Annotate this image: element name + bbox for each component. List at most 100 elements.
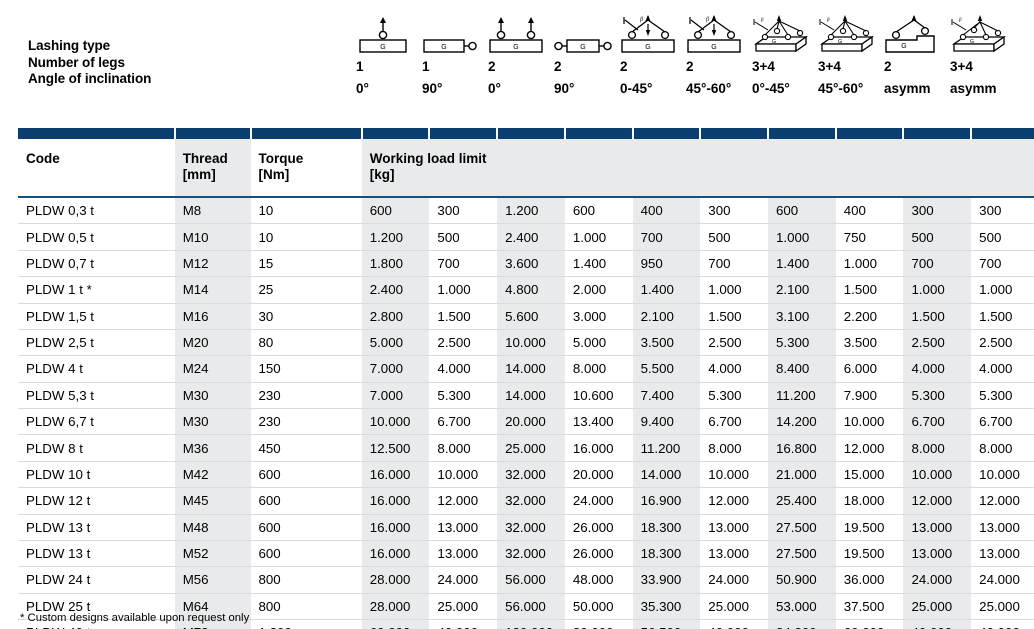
svg-text:G: G [711, 44, 716, 51]
navy-seg-wll-2 [428, 128, 499, 139]
cell-wll-2: 10.000 [429, 461, 498, 489]
cell-thread: M24 [174, 355, 251, 383]
cell-code: PLDW 12 t [18, 487, 175, 515]
navy-seg-wll-9 [902, 128, 973, 139]
legend-angle-4: 90° [554, 80, 575, 96]
navy-seg-wll-7 [767, 128, 837, 139]
legend-legs-6: 2 [686, 59, 694, 74]
cell-code: PLDW 6,7 t [18, 408, 175, 436]
legend-legs-8: 3+4 [818, 59, 841, 74]
navy-seg-wll-8 [834, 128, 905, 139]
cell-torque: 600 [250, 514, 362, 541]
cell-code: PLDW 5,3 t [18, 382, 175, 410]
cell-wll-7: 25.400 [768, 487, 836, 515]
cell-wll-1: 1.800 [361, 250, 430, 278]
navy-seg-wll-3 [496, 128, 566, 139]
cell-thread: M52 [174, 540, 251, 568]
cell-wll-6: 1.500 [700, 303, 769, 330]
cell-wll-7: 600 [768, 197, 836, 225]
legend-angle-7: 0°-45° [752, 80, 790, 96]
cell-thread: M36 [174, 434, 251, 462]
cell-wll-9: 12.000 [903, 487, 972, 515]
cell-torque: 800 [250, 566, 362, 594]
legend-angle-9: asymm [884, 80, 931, 96]
cell-wll-8: 12.000 [835, 434, 904, 462]
cell-wll-9: 8.000 [903, 434, 972, 462]
cell-wll-8: 19.500 [835, 540, 904, 568]
cell-wll-9: 40.000 [903, 619, 972, 629]
cell-wll-6: 4.000 [700, 355, 769, 383]
cell-wll-1: 60.000 [361, 619, 430, 629]
table-row: PLDW 12 t M45 600 16.000 12.000 32.000 24.000 1… [18, 487, 1034, 515]
cell-wll-7: 8.400 [768, 355, 836, 383]
svg-text:β: β [760, 18, 764, 23]
cell-torque: 25 [250, 276, 362, 304]
cell-wll-7: 27.500 [768, 514, 836, 541]
table-row: PLDW 0,7 t M12 15 1.800 700 3.600 1.400 950 700 1… [18, 250, 1034, 278]
cell-torque: 800 [250, 593, 362, 621]
cell-wll-8: 1.000 [835, 250, 904, 278]
cell-wll-9: 6.700 [903, 408, 972, 436]
cell-wll-8: 750 [835, 223, 904, 251]
cell-wll-8: 10.000 [835, 408, 904, 436]
cell-wll-1: 12.500 [361, 434, 430, 462]
cell-wll-6: 300 [700, 197, 769, 225]
cell-wll-1: 5.000 [361, 329, 430, 357]
cell-torque: 150 [250, 355, 362, 383]
cell-thread: M8 [174, 197, 251, 225]
cell-wll-9: 13.000 [903, 540, 972, 568]
cell-wll-8: 6.000 [835, 355, 904, 383]
legend-column-2: G 1 90° [422, 14, 488, 97]
cell-wll-4: 10.600 [564, 382, 633, 410]
cell-wll-2: 500 [429, 223, 498, 251]
cell-wll-7: 1.000 [768, 223, 836, 251]
cell-wll-2: 8.000 [429, 434, 498, 462]
table-navy-bar [18, 128, 1034, 139]
lashing-2-legs-0-45deg-icon: G β [620, 14, 682, 54]
cell-wll-6: 5.300 [700, 382, 769, 410]
cell-wll-9: 25.000 [903, 593, 972, 621]
cell-wll-5: 16.900 [632, 487, 701, 515]
svg-text:G: G [380, 44, 385, 51]
cell-wll-7: 84.800 [768, 619, 836, 629]
cell-wll-5: 11.200 [632, 434, 701, 462]
cell-wll-1: 16.000 [361, 461, 430, 489]
cell-wll-2: 40.000 [429, 619, 498, 629]
cell-wll-5: 56.500 [632, 619, 701, 629]
cell-wll-3: 5.600 [497, 303, 565, 330]
cell-wll-7: 16.800 [768, 434, 836, 462]
navy-seg-wll-1 [360, 128, 431, 139]
table-row: PLDW 0,3 t M8 10 600 300 1.200 600 400 300 600 400… [18, 197, 1034, 225]
cell-wll-5: 2.100 [632, 303, 701, 330]
cell-wll-10: 10.000 [971, 461, 1034, 489]
cell-wll-10: 1.000 [971, 276, 1034, 304]
cell-thread: M42 [174, 461, 251, 489]
svg-text:G: G [772, 39, 776, 45]
cell-wll-1: 1.200 [361, 223, 430, 251]
cell-wll-10: 25.000 [971, 593, 1034, 621]
cell-thread: M10 [174, 223, 251, 251]
cell-wll-1: 7.000 [361, 382, 430, 410]
cell-wll-1: 28.000 [361, 566, 430, 594]
cell-wll-7: 5.300 [768, 329, 836, 357]
cell-thread: M12 [174, 250, 251, 278]
cell-thread: M16 [174, 303, 251, 330]
legend-legs-3: 2 [488, 59, 496, 74]
svg-text:β: β [639, 17, 643, 23]
cell-wll-3: 2.400 [497, 223, 565, 251]
cell-wll-10: 24.000 [971, 566, 1034, 594]
legend-label-number-of-legs: Number of legs [28, 54, 125, 70]
svg-text:β: β [705, 17, 709, 23]
lashing-2-legs-90deg-icon: G [554, 14, 616, 54]
cell-wll-9: 5.300 [903, 382, 972, 410]
cell-wll-3: 25.000 [497, 434, 565, 462]
navy-seg-wll-5 [631, 128, 702, 139]
cell-wll-6: 13.000 [700, 540, 769, 568]
column-header-thread: Thread [mm] [174, 139, 251, 198]
cell-wll-4: 8.000 [564, 355, 633, 383]
navy-seg-thread [173, 128, 252, 139]
legend-column-9: G 2 asymm [884, 14, 950, 97]
cell-wll-5: 400 [632, 197, 701, 225]
cell-wll-10: 6.700 [971, 408, 1034, 436]
cell-wll-6: 1.000 [700, 276, 769, 304]
